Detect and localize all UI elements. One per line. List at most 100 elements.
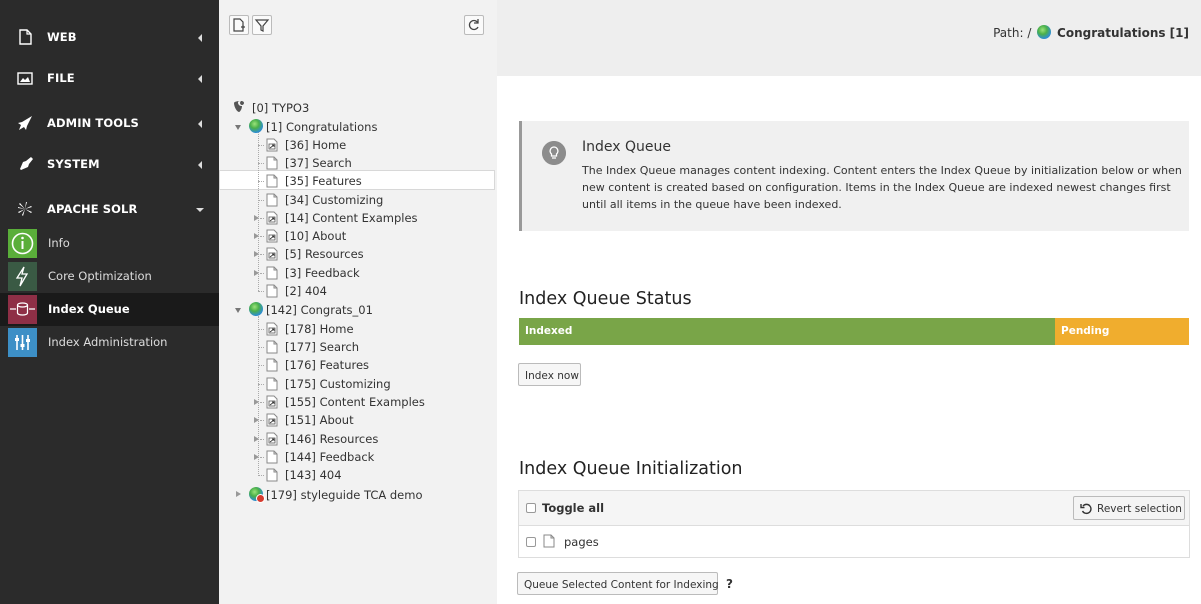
tree-connector [260,254,264,255]
indexed-label: Indexed [525,325,573,337]
module-item-label: Index Administration [48,335,168,349]
page-icon [266,284,278,298]
globe-icon [249,119,263,133]
module-item-index-queue[interactable]: Index Queue [0,293,219,326]
tree-node-label: [1] Congratulations [266,120,378,134]
tree-node-label: [10] About [285,229,347,243]
status-heading: Index Queue Status [519,289,692,309]
chevron-down-icon [196,208,204,212]
page-icon [543,534,555,548]
sliders-icon [8,328,37,357]
tree-node-label: [143] 404 [285,468,342,482]
tree-node-label: [142] Congrats_01 [266,303,373,317]
module-group-label: WEB [47,30,77,44]
tree-node-label: [178] Home [285,322,354,336]
collapsed-arrow-icon[interactable] [254,399,259,405]
info-icon [8,229,37,258]
row-checkbox[interactable] [526,537,536,547]
collapsed-arrow-icon[interactable] [254,233,259,239]
page-icon [266,193,278,207]
page-tree-panel [219,0,497,604]
module-item-label: Info [48,236,70,250]
shortcut-page-icon [266,247,278,261]
revert-selection-label: Revert selection [1097,503,1182,515]
filter-button[interactable] [252,15,272,35]
refresh-tree-button[interactable] [464,15,484,35]
tree-node-label: [37] Search [285,156,352,170]
module-item-label: Core Optimization [48,269,152,283]
filter-icon [254,19,270,32]
module-item-core-optimization[interactable]: Core Optimization [0,260,219,293]
chevron-left-icon [198,161,202,169]
new-page-button[interactable] [229,15,249,35]
module-item-index-administration[interactable]: Index Administration [0,326,219,359]
tree-connector [258,329,264,330]
tree-node-label: [176] Features [285,358,370,372]
tree-node-label: [36] Home [285,138,347,152]
tree-node-label: [34] Customizing [285,193,384,207]
page-icon [266,266,278,280]
page-icon [266,377,278,391]
tree-connector [260,273,264,274]
module-group-label: SYSTEM [47,157,100,171]
index-now-label: Index now [525,370,579,382]
tree-node-label: [177] Search [285,340,360,354]
index-queue-icon [8,295,37,324]
initialization-heading: Index Queue Initialization [519,459,743,479]
tree-node-label: [5] Resources [285,247,364,261]
module-group-system[interactable]: SYSTEM [0,142,219,187]
info-text: The Index Queue manages content indexing… [582,164,1182,211]
tree-node-label: [151] About [285,413,354,427]
tree-connector [260,218,264,219]
tree-node-label: [2] 404 [285,284,327,298]
new-page-icon [233,18,245,32]
typo3-logo-icon [234,101,244,112]
lightning-icon [8,262,37,291]
page-icon [266,156,278,170]
collapsed-arrow-icon[interactable] [254,215,259,221]
restricted-badge-icon [256,494,265,503]
breadcrumb-prefix: Path: / [993,26,1032,40]
collapsed-arrow-icon[interactable] [254,270,259,276]
chevron-left-icon [198,75,202,83]
module-group-web[interactable]: WEB [0,15,219,60]
tree-node-label: [179] styleguide TCA demo [266,488,423,502]
page-icon [266,340,278,354]
page-icon [266,174,278,188]
tree-connector [258,181,264,182]
collapsed-arrow-icon[interactable] [254,417,259,423]
help-icon[interactable]: ? [726,577,733,591]
tree-node-label: [146] Resources [285,432,379,446]
collapsed-arrow-icon[interactable] [254,436,259,442]
toggle-all-checkbox[interactable] [526,503,536,513]
docheader: Path: / Congratulations [1] [497,0,1201,76]
collapsed-arrow-icon[interactable] [254,454,259,460]
revert-selection-button[interactable]: Revert selection [1073,496,1185,520]
table-header: Toggle all Revert selection [519,491,1189,526]
tree-connector [260,402,264,403]
collapsed-arrow-icon[interactable] [236,491,241,497]
info-callout: Index Queue The Index Queue manages cont… [519,121,1189,231]
module-group-file[interactable]: FILE [0,56,219,101]
tree-node-label: [155] Content Examples [285,395,425,409]
tree-connector [260,420,264,421]
module-item-info[interactable]: Info [0,227,219,260]
tree-node-label: [35] Features [285,174,362,188]
collapsed-arrow-icon[interactable] [254,251,259,257]
module-group-label: ADMIN TOOLS [47,116,139,130]
module-group-apache-solr[interactable]: APACHE SOLR [0,187,219,232]
module-group-label: FILE [47,71,75,85]
tree-connector [258,475,264,476]
page-icon [266,358,278,372]
refresh-icon [468,19,479,31]
shortcut-page-icon [266,432,278,446]
module-group-admin-tools[interactable]: ADMIN TOOLS [0,101,219,146]
lightbulb-icon [542,141,566,165]
tree-connector [258,131,259,291]
index-now-button[interactable]: Index now [518,363,581,386]
table-row: pages [519,526,1189,557]
queue-content-button[interactable]: Queue Selected Content for Indexing [517,572,719,595]
tree-node-label: [144] Feedback [285,450,375,464]
breadcrumb-page[interactable]: Congratulations [1] [1057,26,1189,40]
toggle-all-label[interactable]: Toggle all [542,501,604,515]
